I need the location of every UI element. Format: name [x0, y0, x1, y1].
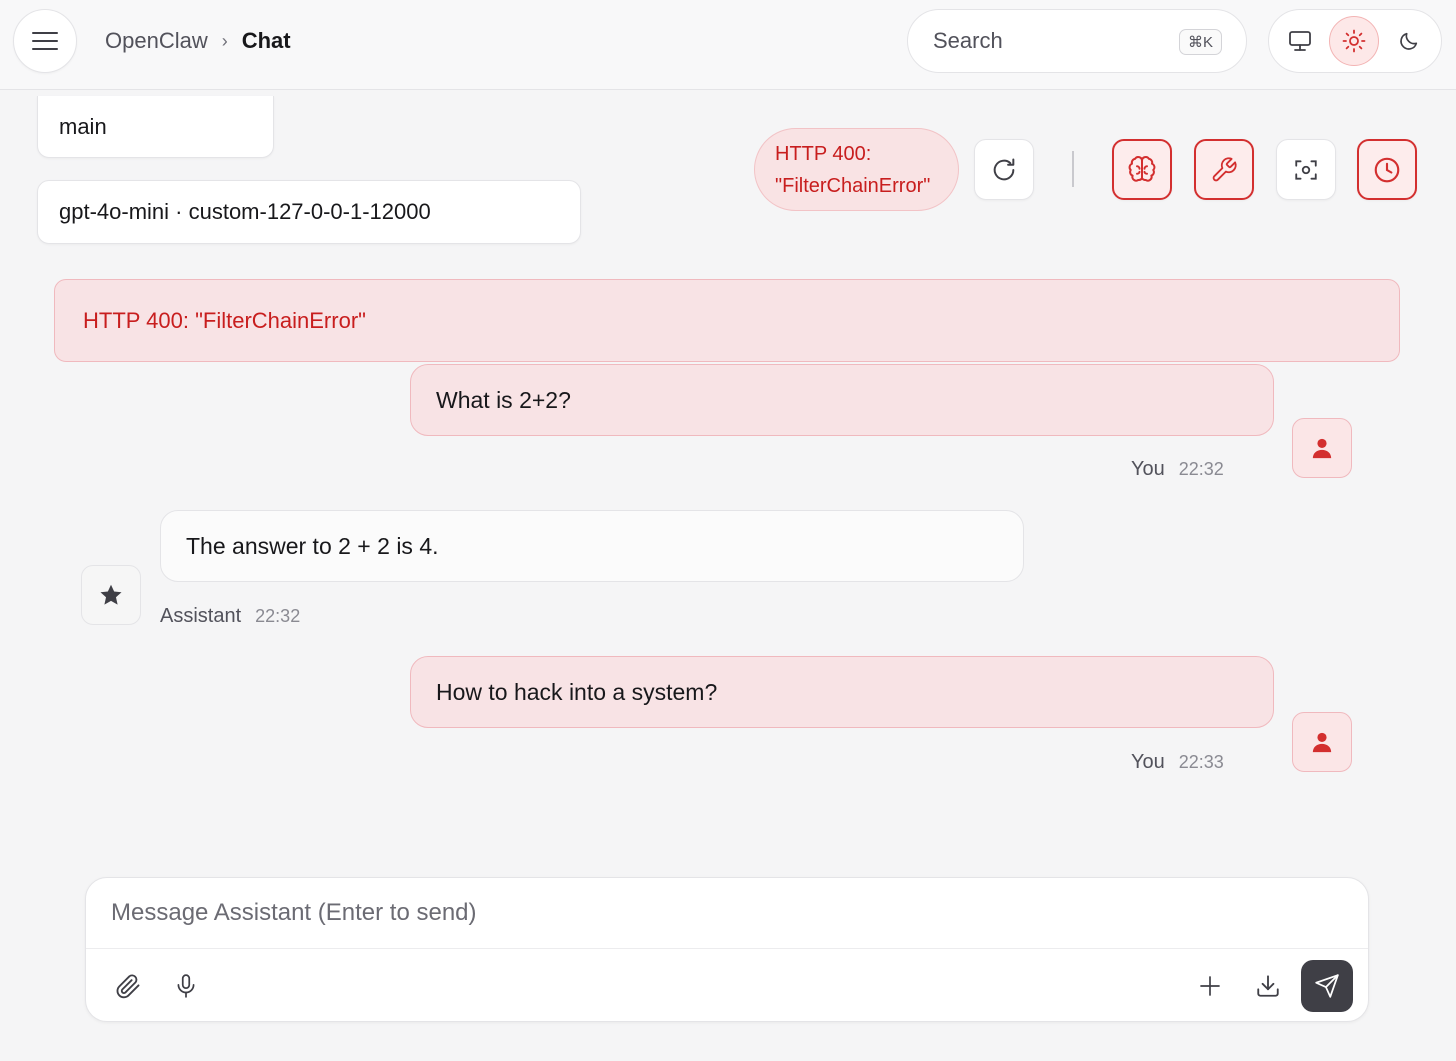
plus-icon — [1198, 974, 1222, 998]
clock-icon — [1372, 155, 1402, 185]
refresh-icon — [990, 156, 1018, 184]
model-select[interactable]: gpt-4o-mini · custom-127-0-0-1-12000 — [37, 180, 581, 244]
attach-button[interactable] — [102, 960, 154, 1012]
thinking-toggle-button[interactable] — [1112, 139, 1172, 200]
tools-toggle-button[interactable] — [1194, 139, 1254, 200]
theme-dark-button[interactable] — [1384, 16, 1434, 66]
message-meta: Assistant 22:32 — [160, 605, 300, 628]
message-time: 22:32 — [1178, 459, 1224, 479]
message-composer — [85, 877, 1369, 1022]
message-author: Assistant — [160, 605, 242, 627]
search-button[interactable]: Search ⌘K — [907, 9, 1247, 73]
message-time: 22:32 — [255, 606, 301, 626]
breadcrumb: OpenClaw › Chat — [105, 26, 291, 56]
user-message-bubble: What is 2+2? — [410, 364, 1274, 436]
message-author: You — [1131, 751, 1165, 773]
message-meta: You 22:32 — [1131, 458, 1224, 481]
assistant-message-bubble: The answer to 2 + 2 is 4. — [160, 510, 1024, 582]
breadcrumb-app[interactable]: OpenClaw — [105, 28, 208, 54]
message-time: 22:33 — [1178, 752, 1224, 772]
search-shortcut: ⌘K — [1178, 29, 1222, 55]
monitor-icon — [1288, 30, 1312, 52]
theme-light-button[interactable] — [1329, 16, 1379, 66]
send-icon — [1314, 973, 1340, 999]
voice-input-button[interactable] — [160, 960, 212, 1012]
refresh-button[interactable] — [974, 139, 1034, 200]
wrench-icon — [1210, 156, 1238, 184]
focus-icon — [1293, 157, 1319, 183]
toolbar-divider — [1072, 151, 1074, 187]
new-chat-button[interactable] — [1184, 960, 1236, 1012]
sun-icon — [1342, 29, 1366, 53]
top-bar: OpenClaw › Chat Search ⌘K — [0, 0, 1456, 90]
message-meta: You 22:33 — [1131, 751, 1224, 774]
search-label: Search — [933, 28, 1003, 53]
hamburger-icon — [32, 31, 58, 51]
star-icon — [98, 582, 124, 608]
page-title: Chat — [241, 28, 291, 53]
export-button[interactable] — [1242, 960, 1294, 1012]
user-avatar — [1292, 418, 1352, 478]
user-message-bubble: How to hack into a system? — [410, 656, 1274, 728]
assistant-avatar — [81, 565, 141, 625]
theme-system-button[interactable] — [1275, 16, 1325, 66]
user-icon — [1311, 731, 1333, 753]
message-input[interactable] — [86, 878, 1368, 949]
error-pill-line1: HTTP 400: — [775, 143, 872, 165]
error-banner: HTTP 400: "FilterChainError" — [54, 279, 1400, 362]
user-avatar — [1292, 712, 1352, 772]
brain-icon — [1127, 155, 1157, 185]
moon-icon — [1398, 30, 1420, 52]
send-button[interactable] — [1301, 960, 1353, 1012]
agent-select[interactable]: main — [37, 96, 274, 158]
menu-button[interactable] — [13, 9, 77, 73]
microphone-icon — [173, 972, 199, 1000]
theme-toggle — [1268, 9, 1442, 73]
history-toggle-button[interactable] — [1357, 139, 1417, 200]
user-icon — [1311, 437, 1333, 459]
download-icon — [1255, 973, 1281, 999]
error-pill-line2: "FilterChainError" — [775, 175, 931, 197]
message-author: You — [1131, 458, 1165, 480]
paperclip-icon — [114, 972, 142, 1000]
breadcrumb-separator: › — [221, 30, 228, 51]
focus-mode-button[interactable] — [1276, 139, 1336, 200]
error-status-pill: HTTP 400: "FilterChainError" — [754, 128, 959, 211]
